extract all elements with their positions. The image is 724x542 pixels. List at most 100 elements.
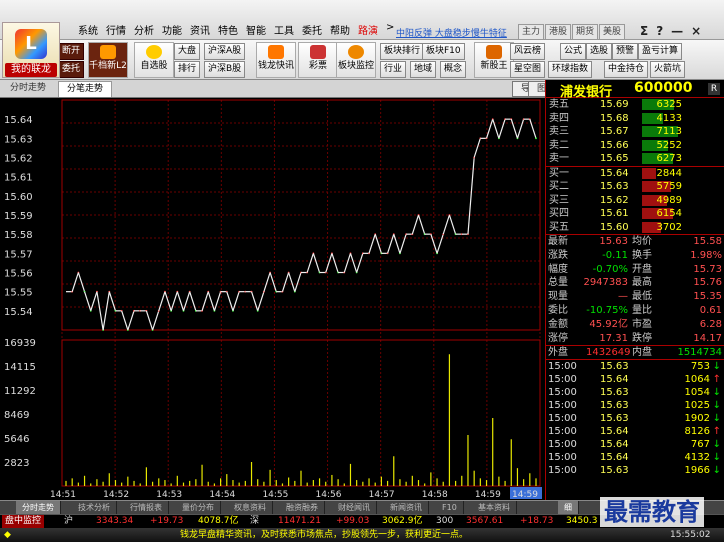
minimize-icon[interactable]: —	[671, 24, 683, 38]
tab-rights[interactable]: 权息资料	[228, 501, 273, 514]
time-tick-label: 14:55	[262, 490, 288, 500]
index-dropdown[interactable]: 大盘	[174, 43, 201, 60]
news-ticker[interactable]: 中阳反弹 大盘稳步慢牛特征	[396, 26, 507, 39]
formula-button[interactable]: 公式	[560, 43, 587, 60]
tick-row[interactable]: 15:00 15.63 1054 ↓	[546, 386, 724, 399]
menu-features[interactable]: 特色	[218, 22, 238, 38]
sector-ranking-button[interactable]: 板块排行	[380, 43, 425, 60]
menu-functions[interactable]: 功能	[162, 22, 182, 38]
industry-dropdown[interactable]: 行业	[380, 61, 407, 78]
bid-row-3[interactable]: 买三 15.62 4989	[546, 194, 724, 208]
stock-screener-button[interactable]: 选股	[586, 43, 613, 60]
lottery-button[interactable]: 彩票	[298, 42, 338, 78]
tick-row[interactable]: 15:00 15.64 1064 ↑	[546, 373, 724, 386]
menu-more[interactable]: >	[386, 22, 394, 38]
menu-quotes[interactable]: 行情	[106, 22, 126, 38]
star-map-button[interactable]: 星空图	[510, 61, 546, 78]
hot-list-button[interactable]: 风云榜	[510, 43, 546, 60]
time-tick-label: 14:58	[422, 490, 448, 500]
tick-row[interactable]: 15:00 15.63 1966 ↓	[546, 464, 724, 477]
tab-report[interactable]: 行情报表	[124, 501, 169, 514]
market-tab-main[interactable]: 主力	[518, 24, 545, 40]
tab-technical[interactable]: 技术分析	[72, 501, 117, 514]
tick-row[interactable]: 15:00 15.63 1025 ↓	[546, 399, 724, 412]
tick-row[interactable]: 15:00 15.64 8126 ↑	[546, 425, 724, 438]
ask-row-2[interactable]: 卖四 15.68 4133	[546, 112, 724, 126]
menu-news[interactable]: 资讯	[190, 22, 210, 38]
tab-bottom-intraday[interactable]: 分时走势	[16, 501, 61, 514]
order-button[interactable]: 委托	[58, 61, 85, 78]
menu-trade[interactable]: 委托	[302, 22, 322, 38]
tab-finance-news[interactable]: 财经闻讯	[332, 501, 377, 514]
ranking-dropdown[interactable]: 排行	[174, 61, 201, 78]
app-logo[interactable]: L 我的联龙	[2, 22, 60, 78]
ask-volume: 6273	[656, 153, 682, 164]
menu-tools[interactable]: 工具	[274, 22, 294, 38]
ask-price: 15.67	[600, 126, 629, 137]
bid-price: 15.64	[600, 167, 629, 179]
tick-row[interactable]: 15:00 15.63 1902 ↓	[546, 412, 724, 425]
tab-tick-chart[interactable]: 分笔走势	[58, 81, 113, 97]
ask-row-3[interactable]: 卖三 15.67 7113	[546, 125, 724, 139]
bid-row-4[interactable]: 买四 15.61 6154	[546, 207, 724, 221]
menu-roadshow[interactable]: 路演	[358, 22, 378, 38]
tick-row[interactable]: 15:00 15.64 4132 ↓	[546, 451, 724, 464]
stat-label: 换手	[632, 249, 652, 261]
sh-value: 3343.34	[96, 516, 134, 526]
monitor-label[interactable]: 盘中监控	[2, 515, 45, 528]
sector-monitor-button[interactable]: 板块监控	[336, 42, 376, 78]
tab-basic-info[interactable]: 基本资料	[472, 501, 517, 514]
market-tab-us[interactable]: 美股	[599, 24, 626, 40]
concept-dropdown[interactable]: 概念	[440, 61, 467, 78]
alert-button[interactable]: 预警	[612, 43, 639, 60]
menu-system[interactable]: 系统	[78, 22, 98, 38]
tick-list[interactable]: 15:00 15.63 753 ↓ 15:00 15.64 1064 ↑ 15:00 15.63 1…	[546, 359, 724, 477]
global-index-button[interactable]: 环球指数	[548, 61, 593, 78]
market-tab-futures[interactable]: 期货	[572, 24, 599, 40]
tab-news[interactable]: 新闻资讯	[384, 501, 429, 514]
sector-f10-button[interactable]: 板块F10	[422, 43, 465, 60]
stat-row: 现量 — 最低 15.35	[546, 290, 724, 304]
tick-row[interactable]: 15:00 15.63 753 ↓	[546, 360, 724, 373]
tab-volume-dist[interactable]: 量价分布	[176, 501, 221, 514]
pnl-calc-button[interactable]: 盈亏计算	[638, 43, 683, 60]
menu-help[interactable]: 帮助	[330, 22, 350, 38]
ask-row-5[interactable]: 卖一 15.65 6273	[546, 152, 724, 166]
b-share-dropdown[interactable]: 沪深B股	[204, 61, 246, 78]
close-icon[interactable]: ×	[691, 24, 701, 38]
ask-row-1[interactable]: 卖五 15.69 6325	[546, 98, 724, 112]
disconnect-button[interactable]: 断开	[58, 43, 85, 60]
tab-f10[interactable]: F10	[436, 501, 464, 514]
tick-chart[interactable]: 15.64 15.63 15.62 15.61 15.60 15.59 15.58 15.57…	[0, 98, 545, 500]
stat-row: 委比 -10.75% 量比 0.61	[546, 304, 724, 318]
watchlist-button[interactable]: 自选股	[134, 42, 174, 78]
r-badge[interactable]: R	[708, 83, 720, 95]
bid-row-5[interactable]: 买五 15.60 3702	[546, 221, 724, 235]
stat-label: 开盘	[632, 263, 652, 275]
a-share-dropdown[interactable]: 沪深A股	[204, 43, 246, 60]
stat-row: 涨停 17.31 跌停 14.17	[546, 332, 724, 346]
menu-analysis[interactable]: 分析	[134, 22, 154, 38]
bid-row-1[interactable]: 买一 15.64 2844	[546, 167, 724, 181]
news-scroll[interactable]: 钱龙早盘精华资讯，及时获悉市场焦点，抄股领先一步，获利更近一点。	[180, 528, 468, 542]
tab-detail[interactable]: 细	[558, 501, 579, 514]
tab-margin[interactable]: 融资融券	[280, 501, 325, 514]
ipo-king-button[interactable]: 新股王	[474, 42, 514, 78]
help-icon[interactable]: ?	[656, 24, 663, 38]
tick-row[interactable]: 15:00 15.64 767 ↓	[546, 438, 724, 451]
region-dropdown[interactable]: 地域	[410, 61, 437, 78]
rocket-button[interactable]: 火箭坑	[650, 61, 686, 78]
ask-row-4[interactable]: 卖二 15.66 5252	[546, 139, 724, 153]
flash-news-button[interactable]: 钱龙快讯	[256, 42, 296, 78]
stock-code[interactable]: 600000	[634, 80, 692, 96]
level2-button[interactable]: 千档新L2	[88, 42, 128, 78]
cicc-holdings-button[interactable]: 中金持仓	[604, 61, 649, 78]
bid-row-2[interactable]: 买二 15.63 5759	[546, 180, 724, 194]
tab-intraday[interactable]: 分时走势	[2, 81, 54, 97]
sum-icon[interactable]: Σ	[640, 24, 648, 38]
market-tab-hk[interactable]: 港股	[545, 24, 572, 40]
tick-price: 15.63	[600, 465, 629, 477]
menu-smart[interactable]: 智能	[246, 22, 266, 38]
chart-toggle-icon[interactable]: 图	[528, 81, 546, 97]
ipo-icon	[486, 45, 502, 59]
